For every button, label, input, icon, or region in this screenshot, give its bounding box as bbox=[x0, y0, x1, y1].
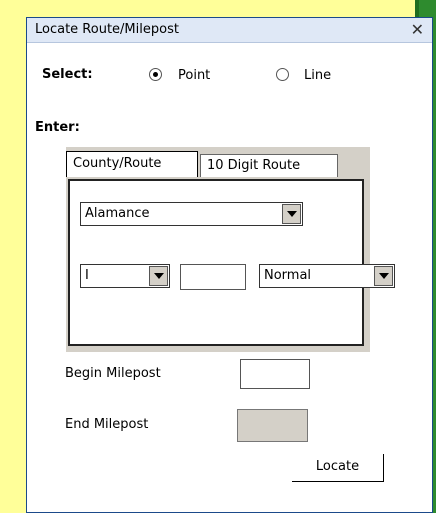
point-radio[interactable] bbox=[149, 68, 162, 81]
route-modifier-dropdown[interactable]: Normal bbox=[259, 264, 395, 288]
line-radio[interactable] bbox=[276, 68, 289, 81]
route-tabs: County/Route 10 Digit Route bbox=[66, 147, 370, 177]
chevron-down-icon[interactable] bbox=[149, 266, 168, 286]
county-dropdown-value: Alamance bbox=[85, 206, 150, 221]
route-modifier-value: Normal bbox=[264, 268, 312, 283]
end-milepost-input bbox=[237, 409, 308, 442]
dialog-title: Locate Route/Milepost bbox=[35, 22, 179, 37]
radio-selected-dot bbox=[153, 72, 158, 77]
tab-county-route-label: County/Route bbox=[73, 156, 162, 171]
route-number-input[interactable] bbox=[180, 264, 246, 290]
line-radio-label[interactable]: Line bbox=[304, 68, 331, 83]
tab-10-digit-route-label: 10 Digit Route bbox=[207, 158, 301, 173]
route-type-value: I bbox=[85, 268, 89, 283]
chevron-down-icon[interactable] bbox=[282, 204, 301, 224]
tab-10-digit-route[interactable]: 10 Digit Route bbox=[200, 154, 338, 177]
title-bar: Locate Route/Milepost ✕ bbox=[27, 18, 432, 43]
close-icon[interactable]: ✕ bbox=[411, 20, 424, 39]
tab-county-route[interactable]: County/Route bbox=[66, 151, 198, 177]
select-label: Select: bbox=[42, 67, 93, 82]
county-dropdown[interactable]: Alamance bbox=[80, 202, 303, 226]
begin-milepost-label: Begin Milepost bbox=[65, 366, 161, 381]
chevron-down-icon[interactable] bbox=[374, 266, 393, 286]
begin-milepost-input[interactable] bbox=[240, 359, 310, 389]
route-type-dropdown[interactable]: I bbox=[80, 264, 170, 288]
point-radio-label[interactable]: Point bbox=[178, 68, 210, 83]
locate-button[interactable]: Locate bbox=[292, 454, 384, 482]
locate-route-dialog: Locate Route/Milepost ✕ Select: Point Li… bbox=[26, 17, 433, 513]
enter-label: Enter: bbox=[35, 120, 80, 135]
end-milepost-label: End Milepost bbox=[65, 417, 149, 432]
